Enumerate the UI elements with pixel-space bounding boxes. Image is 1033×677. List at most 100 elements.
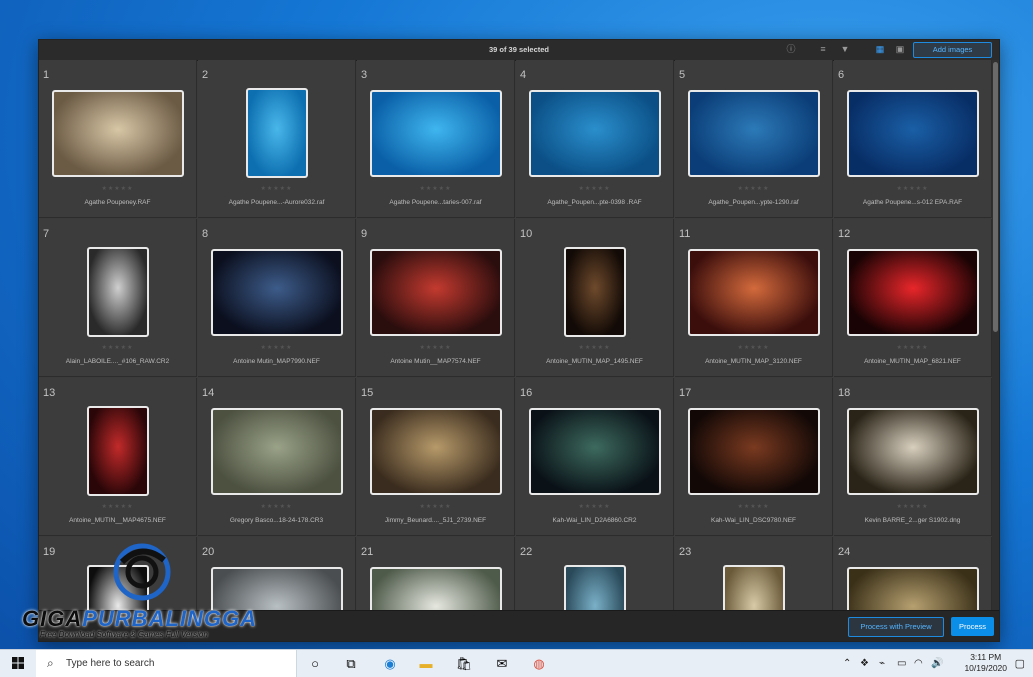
image-thumbnail[interactable] bbox=[564, 247, 626, 337]
image-cell[interactable]: 21 bbox=[357, 537, 515, 613]
image-thumbnail[interactable] bbox=[211, 408, 343, 495]
image-cell[interactable]: 5 ★★★★★ Agathe_Poupen...ypte-1290.raf bbox=[675, 60, 833, 218]
chrome-icon[interactable]: ◍ bbox=[529, 654, 549, 674]
image-thumbnail[interactable] bbox=[52, 90, 184, 177]
image-thumbnail[interactable] bbox=[211, 249, 343, 336]
mail-icon[interactable]: ✉ bbox=[492, 654, 512, 674]
image-cell[interactable]: 3 ★★★★★ Agathe Poupene...taries-007.raf bbox=[357, 60, 515, 218]
image-cell[interactable]: 14 ★★★★★ Gregory Basco...18-24-178.CR3 bbox=[198, 378, 356, 536]
image-thumbnail[interactable] bbox=[87, 565, 149, 613]
rating-stars[interactable]: ★★★★★ bbox=[198, 344, 355, 351]
clock[interactable]: 3:11 PM 10/19/2020 bbox=[964, 652, 1007, 674]
scrollbar-thumb[interactable] bbox=[993, 62, 998, 332]
info-icon[interactable]: ⓘ bbox=[785, 43, 797, 55]
taskbar-search[interactable]: ⌕ Type here to search bbox=[36, 650, 297, 677]
store-icon[interactable]: 🛍 bbox=[454, 654, 474, 674]
image-cell[interactable]: 16 ★★★★★ Kah-Wai_LIN_D2A6860.CR2 bbox=[516, 378, 674, 536]
image-thumbnail[interactable] bbox=[688, 408, 820, 495]
image-cell[interactable]: 19 bbox=[39, 537, 197, 613]
bottom-bar: Process with Preview Process bbox=[39, 610, 999, 641]
image-cell[interactable]: 15 ★★★★★ Jimmy_Beunard...._5J1_2739.NEF bbox=[357, 378, 515, 536]
image-cell[interactable]: 10 ★★★★★ Antoine_MUTIN_MAP_1495.NEF bbox=[516, 219, 674, 377]
image-thumbnail[interactable] bbox=[688, 249, 820, 336]
image-cell[interactable]: 1 ★★★★★ Agathe Poupeney.RAF bbox=[39, 60, 197, 218]
image-index: 14 bbox=[202, 387, 215, 399]
single-view-icon[interactable]: ▣ bbox=[894, 43, 906, 55]
image-thumbnail[interactable] bbox=[564, 565, 626, 613]
image-cell[interactable]: 9 ★★★★★ Antoine Mutin__MAP7574.NEF bbox=[357, 219, 515, 377]
rating-stars[interactable]: ★★★★★ bbox=[516, 344, 673, 351]
rating-stars[interactable]: ★★★★★ bbox=[357, 185, 514, 192]
image-cell[interactable]: 6 ★★★★★ Agathe Poupene...s-012 EPA.RAF bbox=[834, 60, 992, 218]
edge-icon[interactable]: ◉ bbox=[380, 654, 400, 674]
windows-start-icon[interactable] bbox=[12, 657, 24, 669]
image-thumbnail[interactable] bbox=[370, 249, 502, 336]
rating-stars[interactable]: ★★★★★ bbox=[39, 503, 196, 510]
search-input[interactable]: Type here to search bbox=[66, 658, 154, 669]
image-thumbnail[interactable] bbox=[529, 408, 661, 495]
image-cell[interactable]: 13 ★★★★★ Antoine_MUTIN__MAP4675.NEF bbox=[39, 378, 197, 536]
image-thumbnail[interactable] bbox=[688, 90, 820, 177]
volume-icon[interactable]: 🔊 bbox=[931, 658, 943, 669]
rating-stars[interactable]: ★★★★★ bbox=[675, 344, 832, 351]
image-thumbnail[interactable] bbox=[847, 567, 979, 613]
image-cell[interactable]: 18 ★★★★★ Kevin BARRE_2...ger S1902.dng bbox=[834, 378, 992, 536]
chevron-up-icon[interactable]: ⌃ bbox=[843, 658, 851, 669]
rating-stars[interactable]: ★★★★★ bbox=[39, 185, 196, 192]
image-cell[interactable]: 22 bbox=[516, 537, 674, 613]
wifi-icon[interactable]: ◠ bbox=[914, 658, 923, 669]
image-cell[interactable]: 23 bbox=[675, 537, 833, 613]
rating-stars[interactable]: ★★★★★ bbox=[516, 185, 673, 192]
process-button[interactable]: Process bbox=[951, 617, 994, 636]
grid-view-icon[interactable]: ▦ bbox=[874, 43, 886, 55]
image-thumbnail[interactable] bbox=[87, 406, 149, 496]
rating-stars[interactable]: ★★★★★ bbox=[39, 344, 196, 351]
image-thumbnail[interactable] bbox=[847, 408, 979, 495]
rating-stars[interactable]: ★★★★★ bbox=[834, 503, 991, 510]
image-cell[interactable]: 7 ★★★★★ Alain_LABOILE...._#106_RAW.CR2 bbox=[39, 219, 197, 377]
image-cell[interactable]: 2 ★★★★★ Agathe Poupene...-Aurore032.raf bbox=[198, 60, 356, 218]
add-images-button[interactable]: Add images bbox=[913, 42, 992, 58]
rating-stars[interactable]: ★★★★★ bbox=[198, 503, 355, 510]
rating-stars[interactable]: ★★★★★ bbox=[357, 344, 514, 351]
process-with-preview-button[interactable]: Process with Preview bbox=[848, 617, 944, 637]
task-view-icon[interactable]: ⧉ bbox=[341, 654, 361, 674]
rating-stars[interactable]: ★★★★★ bbox=[198, 185, 355, 192]
image-index: 18 bbox=[838, 387, 851, 399]
image-index: 21 bbox=[361, 546, 374, 558]
rating-stars[interactable]: ★★★★★ bbox=[675, 503, 832, 510]
filter-icon[interactable]: ▼ bbox=[839, 43, 851, 55]
rating-stars[interactable]: ★★★★★ bbox=[834, 185, 991, 192]
image-cell[interactable]: 8 ★★★★★ Antoine Mutin_MAP7990.NEF bbox=[198, 219, 356, 377]
image-thumbnail[interactable] bbox=[847, 249, 979, 336]
image-cell[interactable]: 20 bbox=[198, 537, 356, 613]
image-cell[interactable]: 17 ★★★★★ Kah-Wai_LIN_DSC9780.NEF bbox=[675, 378, 833, 536]
scrollbar[interactable] bbox=[992, 60, 999, 613]
image-cell[interactable]: 4 ★★★★★ Agathe_Poupen...pte-0398 .RAF bbox=[516, 60, 674, 218]
image-cell[interactable]: 11 ★★★★★ Antoine_MUTIN_MAP_3120.NEF bbox=[675, 219, 833, 377]
image-thumbnail[interactable] bbox=[370, 567, 502, 613]
usb-icon[interactable]: ⌁ bbox=[879, 658, 885, 669]
image-cell[interactable]: 24 bbox=[834, 537, 992, 613]
image-filename: Antoine_MUTIN_MAP_3120.NEF bbox=[705, 358, 802, 365]
image-thumbnail[interactable] bbox=[87, 247, 149, 337]
notification-icon[interactable]: ▢ bbox=[1015, 657, 1025, 670]
rating-stars[interactable]: ★★★★★ bbox=[675, 185, 832, 192]
image-thumbnail[interactable] bbox=[246, 88, 308, 178]
dropbox-icon[interactable]: ❖ bbox=[860, 658, 869, 669]
image-thumbnail[interactable] bbox=[370, 90, 502, 177]
image-thumbnail[interactable] bbox=[211, 567, 343, 613]
image-filename: Agathe Poupene...s-012 EPA.RAF bbox=[862, 199, 963, 206]
rating-stars[interactable]: ★★★★★ bbox=[834, 344, 991, 351]
sort-icon[interactable]: ≡ bbox=[817, 43, 829, 55]
rating-stars[interactable]: ★★★★★ bbox=[357, 503, 514, 510]
image-cell[interactable]: 12 ★★★★★ Antoine_MUTIN_MAP_6821.NEF bbox=[834, 219, 992, 377]
image-thumbnail[interactable] bbox=[847, 90, 979, 177]
image-thumbnail[interactable] bbox=[370, 408, 502, 495]
cortana-icon[interactable]: ○ bbox=[305, 654, 325, 674]
battery-icon[interactable]: ▭ bbox=[897, 658, 906, 669]
file-explorer-icon[interactable]: ▬ bbox=[416, 654, 436, 674]
image-thumbnail[interactable] bbox=[723, 565, 785, 613]
rating-stars[interactable]: ★★★★★ bbox=[516, 503, 673, 510]
image-thumbnail[interactable] bbox=[529, 90, 661, 177]
